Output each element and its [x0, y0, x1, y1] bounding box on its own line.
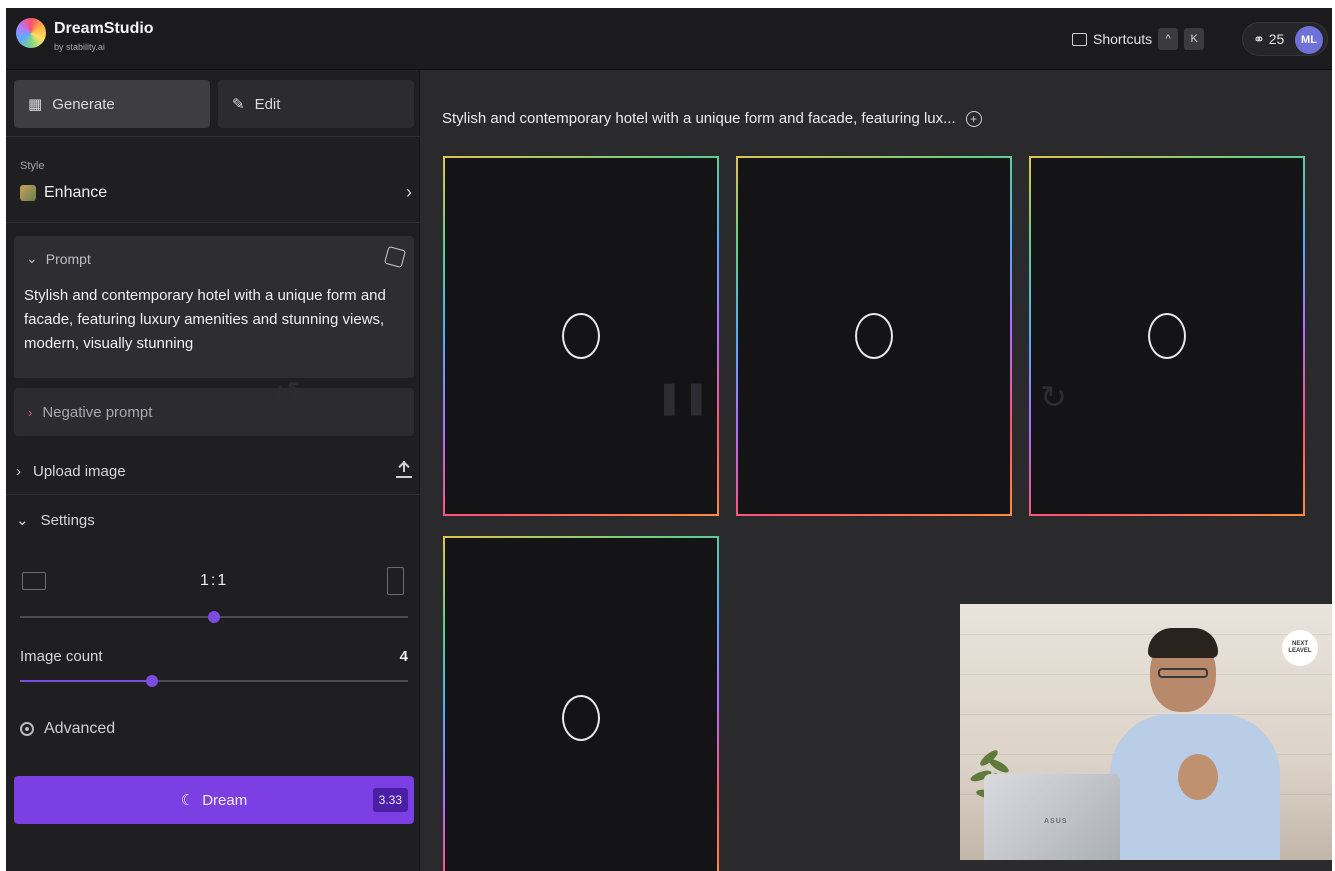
- shortcuts-label: Shortcuts: [1093, 31, 1153, 47]
- chevron-down-icon: ⌄: [16, 512, 29, 529]
- credits-icon: ⚭: [1253, 30, 1265, 47]
- grid-icon: ▦: [28, 96, 43, 113]
- advanced-toggle[interactable]: Advanced: [20, 720, 115, 738]
- presenter-hair: [1148, 628, 1218, 658]
- image-count-slider-fill: [20, 680, 152, 682]
- image-count-slider[interactable]: [20, 675, 408, 687]
- tab-edit[interactable]: ✎ Edit: [218, 80, 414, 128]
- divider: [6, 136, 420, 137]
- image-tile-3[interactable]: [1029, 156, 1305, 516]
- loading-spinner-icon: [562, 695, 600, 741]
- generation-title-text: Stylish and contemporary hotel with a un…: [442, 110, 956, 127]
- image-count-label: Image count: [20, 648, 103, 665]
- brand-subtitle: by stability.ai: [54, 42, 105, 52]
- chevron-right-icon: ›: [16, 462, 21, 480]
- image-count-control: Image count 4: [20, 648, 408, 672]
- shortcut-key-ctrl: ^: [1158, 28, 1179, 50]
- dream-button[interactable]: ☾ Dream 3.33: [14, 776, 414, 824]
- divider: [6, 222, 420, 223]
- aspect-ratio-slider[interactable]: [20, 611, 408, 623]
- dream-cost-badge: 3.33: [372, 788, 408, 812]
- loading-spinner-icon: [562, 313, 600, 359]
- image-count-value: 4: [399, 648, 408, 665]
- prompt-input[interactable]: Stylish and contemporary hotel with a un…: [24, 284, 408, 356]
- sidebar: ▦ Generate ✎ Edit Style Enhance › ⌄ Prom…: [6, 70, 420, 871]
- laptop: ASUS: [984, 774, 1120, 871]
- upload-icon[interactable]: [396, 460, 412, 478]
- loading-spinner-icon: [1148, 313, 1186, 359]
- landscape-ratio-icon[interactable]: [22, 572, 46, 590]
- image-count-slider-thumb[interactable]: [145, 675, 158, 687]
- dreamstudio-logo-icon[interactable]: [16, 18, 46, 48]
- settings-label: Settings: [40, 511, 95, 529]
- image-tile-4[interactable]: [443, 536, 719, 871]
- webcam-overlay: NEXT LEAVEL ASUS: [960, 604, 1332, 871]
- image-tile-2[interactable]: [736, 156, 1012, 516]
- ghost-redo-icon: ↻: [1040, 379, 1067, 415]
- tab-edit-label: Edit: [254, 95, 281, 113]
- upload-image-toggle[interactable]: › Upload image: [16, 456, 412, 486]
- expand-plus-icon[interactable]: +: [965, 110, 982, 127]
- random-prompt-dice-icon[interactable]: [383, 245, 407, 269]
- presenter-hand: [1178, 754, 1218, 800]
- prompt-card[interactable]: ⌄ Prompt Stylish and contemporary hotel …: [14, 236, 414, 378]
- app-window: DreamStudio by stability.ai Shortcuts ^ …: [6, 8, 1332, 871]
- loading-spinner-icon: [855, 313, 893, 359]
- wall-stripe: [960, 714, 1332, 715]
- avatar[interactable]: ML: [1295, 26, 1323, 54]
- style-thumbnail-icon: [20, 185, 36, 201]
- brand-name: DreamStudio: [54, 20, 154, 37]
- ghost-undo-icon: ↺: [274, 375, 301, 411]
- upload-image-label: Upload image: [33, 462, 126, 480]
- prompt-label: Prompt: [45, 250, 91, 267]
- wall-stripe: [960, 674, 1332, 675]
- tab-generate-label: Generate: [52, 95, 115, 113]
- dream-moon-icon: ☾: [180, 792, 195, 809]
- credits-count: 25: [1268, 31, 1285, 47]
- top-bar: DreamStudio by stability.ai Shortcuts ^ …: [6, 8, 1332, 70]
- style-label: Style: [20, 160, 45, 172]
- edit-icon: ✎: [232, 96, 245, 113]
- negative-prompt-toggle[interactable]: › Negative prompt: [14, 388, 414, 436]
- divider: [6, 494, 420, 495]
- chevron-right-icon: ›: [28, 404, 33, 420]
- keyboard-icon: [1072, 32, 1087, 46]
- aspect-ratio-value: 1:1: [200, 572, 229, 589]
- negative-prompt-label: Negative prompt: [42, 403, 153, 421]
- chevron-right-icon: ›: [406, 182, 412, 202]
- shortcut-key-k: K: [1184, 28, 1205, 50]
- portrait-ratio-icon[interactable]: [387, 567, 404, 595]
- advanced-label: Advanced: [44, 720, 116, 737]
- wall-stripe: [960, 634, 1332, 635]
- aspect-ratio-slider-thumb[interactable]: [208, 611, 220, 623]
- ghost-pause-icon: ❚❚: [656, 379, 710, 415]
- desk: [960, 860, 1332, 871]
- style-value: Enhance: [44, 184, 108, 201]
- credits-badge[interactable]: ⚭ 25 ML: [1242, 22, 1328, 56]
- presenter-glasses: [1158, 668, 1208, 678]
- prompt-header[interactable]: ⌄ Prompt: [26, 250, 91, 267]
- style-selector[interactable]: Enhance ›: [20, 180, 412, 206]
- generation-title: Stylish and contemporary hotel with a un…: [442, 110, 982, 127]
- dream-label: Dream: [202, 791, 248, 809]
- channel-logo: NEXT LEAVEL: [1282, 630, 1318, 666]
- chevron-down-icon: ⌄: [26, 250, 38, 266]
- laptop-logo: ASUS: [1044, 818, 1068, 825]
- shortcuts-button[interactable]: Shortcuts ^ K: [1072, 26, 1205, 52]
- image-tile-1[interactable]: [443, 156, 719, 516]
- tab-generate[interactable]: ▦ Generate: [14, 80, 210, 128]
- aspect-ratio-control: 1:1: [20, 564, 408, 604]
- settings-toggle[interactable]: ⌄ Settings: [16, 505, 412, 535]
- gear-icon: [20, 722, 34, 736]
